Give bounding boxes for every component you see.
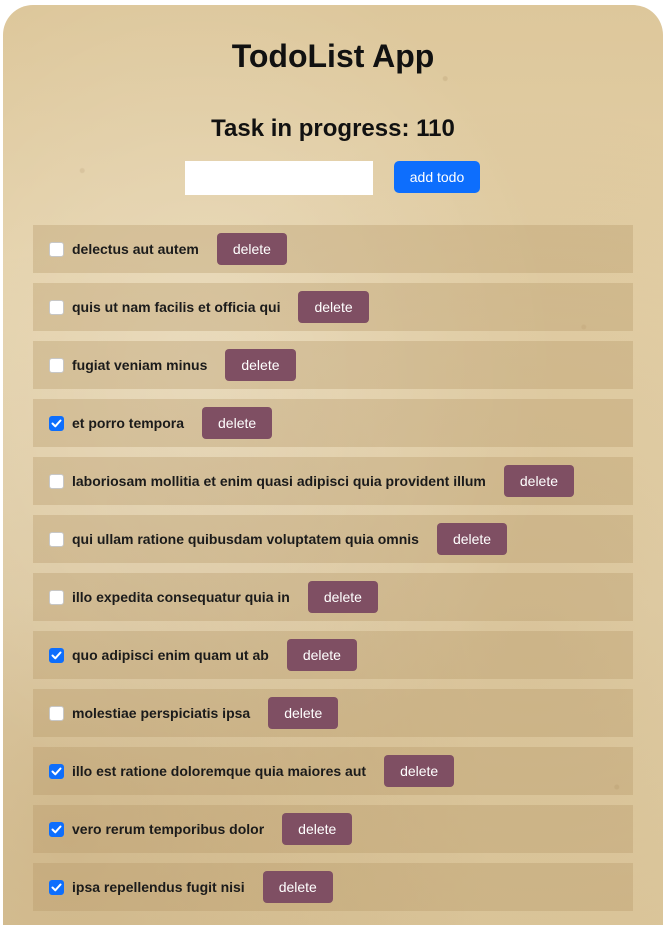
- todo-checkbox[interactable]: [49, 589, 64, 605]
- todo-title: illo expedita consequatur quia in: [72, 589, 290, 605]
- delete-button[interactable]: delete: [225, 349, 296, 381]
- app-title: TodoList App: [231, 38, 435, 74]
- todo-title: quo adipisci enim quam ut ab: [72, 647, 269, 663]
- delete-button[interactable]: delete: [298, 291, 369, 323]
- todo-item: quis ut nam facilis et officia qui delet…: [33, 283, 633, 331]
- todo-title: et porro tempora: [72, 415, 185, 431]
- delete-button[interactable]: delete: [268, 697, 339, 729]
- todo-title: laboriosam mollitia et enim quasi adipis…: [72, 473, 486, 489]
- todo-item: illo est ratione doloremque quia maiores…: [33, 747, 633, 795]
- todo-checkbox[interactable]: [49, 531, 64, 547]
- todo-checkbox[interactable]: [49, 647, 64, 663]
- todo-checkbox[interactable]: [49, 763, 64, 779]
- delete-button[interactable]: delete: [503, 465, 575, 497]
- todo-checkbox[interactable]: [49, 415, 64, 431]
- delete-button[interactable]: delete: [216, 233, 287, 265]
- todo-checkbox[interactable]: [49, 299, 64, 315]
- checkmark-icon: [51, 767, 62, 775]
- todo-item: delectus aut autem delete: [33, 225, 633, 273]
- todo-checkbox[interactable]: [49, 357, 64, 373]
- todo-title: fugiat veniam minus: [72, 357, 208, 373]
- todo-item: illo expedita consequatur quia in delete: [33, 573, 633, 621]
- todo-list: delectus aut autem delete quis ut nam fa…: [33, 225, 633, 921]
- todo-checkbox[interactable]: [49, 821, 64, 837]
- delete-button[interactable]: delete: [282, 813, 353, 845]
- new-todo-input[interactable]: [185, 161, 373, 195]
- todo-checkbox[interactable]: [49, 473, 64, 489]
- todo-item: ipsa repellendus fugit nisi delete: [33, 863, 633, 911]
- todo-item: et porro tempora delete: [33, 399, 633, 447]
- todo-app-container: TodoList App Task in progress: 110 add t…: [3, 5, 663, 925]
- todo-item: vero rerum temporibus dolor delete: [33, 805, 633, 853]
- todo-checkbox[interactable]: [49, 879, 64, 895]
- delete-button[interactable]: delete: [384, 755, 455, 787]
- delete-button[interactable]: delete: [307, 581, 378, 613]
- todo-item: laboriosam mollitia et enim quasi adipis…: [33, 457, 633, 505]
- todo-title: quis ut nam facilis et officia qui: [72, 299, 281, 315]
- delete-button[interactable]: delete: [286, 639, 357, 671]
- add-todo-button[interactable]: add todo: [394, 161, 480, 193]
- todo-item: fugiat veniam minus delete: [33, 341, 633, 389]
- todo-title: ipsa repellendus fugit nisi: [72, 879, 245, 895]
- delete-button[interactable]: delete: [262, 871, 333, 903]
- delete-button[interactable]: delete: [202, 407, 273, 439]
- todo-item: qui ullam ratione quibusdam voluptatem q…: [33, 515, 633, 563]
- todo-title: delectus aut autem: [72, 241, 199, 257]
- todo-title: illo est ratione doloremque quia maiores…: [72, 763, 367, 779]
- todo-item: molestiae perspiciatis ipsa delete: [33, 689, 633, 737]
- todo-title: qui ullam ratione quibusdam voluptatem q…: [72, 531, 419, 547]
- todo-checkbox[interactable]: [49, 705, 64, 721]
- delete-button[interactable]: delete: [436, 523, 508, 555]
- todo-title: vero rerum temporibus dolor: [72, 821, 265, 837]
- todo-title: molestiae perspiciatis ipsa: [72, 705, 251, 721]
- checkmark-icon: [51, 825, 62, 833]
- todo-item: quo adipisci enim quam ut ab delete: [33, 631, 633, 679]
- todo-checkbox[interactable]: [49, 241, 64, 257]
- checkmark-icon: [51, 651, 62, 659]
- checkmark-icon: [51, 419, 62, 427]
- tasks-in-progress-counter: Task in progress: 110: [211, 115, 455, 142]
- checkmark-icon: [51, 883, 62, 891]
